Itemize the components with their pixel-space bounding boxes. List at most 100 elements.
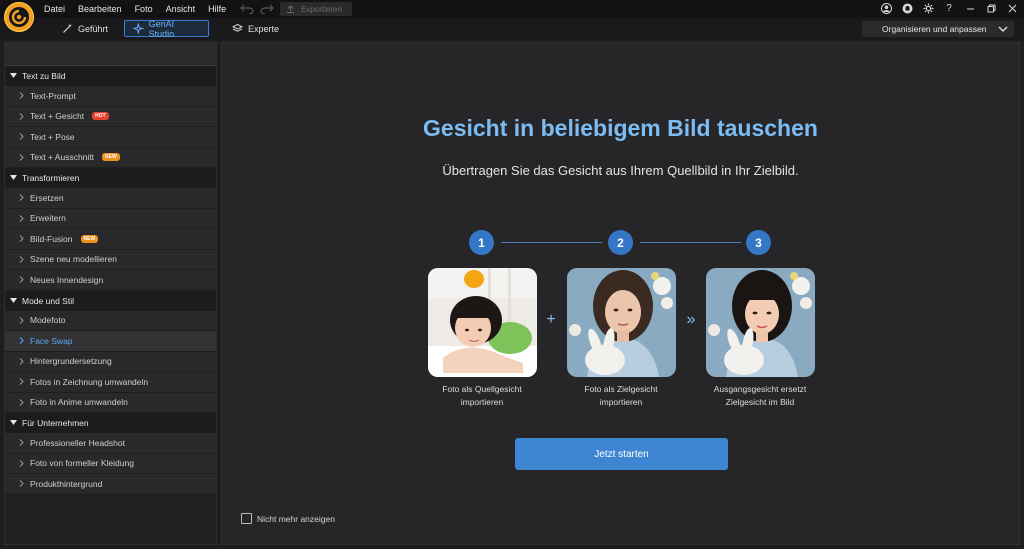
target-face-photo <box>567 268 676 377</box>
new-badge: NEW <box>80 234 99 243</box>
chevron-right-icon <box>19 153 24 161</box>
sidebar-item-label: Fotos in Zeichnung umwandeln <box>30 376 149 387</box>
sidebar-item[interactable]: Foto von formeller Kleidung <box>5 453 216 474</box>
chevron-right-icon <box>19 235 24 243</box>
sidebar-item[interactable]: Text + Ausschnitt NEW <box>5 147 216 168</box>
step-caption-1-line1: Foto als Quellgesicht <box>442 384 522 394</box>
notification-icon[interactable] <box>901 1 913 15</box>
close-icon[interactable] <box>1006 1 1018 15</box>
page-subtitle: Übertragen Sie das Gesicht aus Ihrem Que… <box>442 163 799 178</box>
sidebar-item[interactable]: Face Swap <box>5 331 216 352</box>
dont-show-again[interactable]: Nicht mehr anzeigen <box>241 513 335 524</box>
app-logo[interactable] <box>4 2 34 32</box>
menu-hilfe[interactable]: Hilfe <box>208 4 226 14</box>
menu-foto[interactable]: Foto <box>135 4 153 14</box>
arrows-connector: » <box>686 311 696 328</box>
dont-show-checkbox[interactable] <box>241 513 252 524</box>
sidebar-item[interactable]: Fotos in Zeichnung umwandeln <box>5 372 216 393</box>
organize-dropdown[interactable]: Organisieren und anpassen <box>862 21 1014 37</box>
menu-ansicht[interactable]: Ansicht <box>166 4 196 14</box>
caret-down-icon <box>10 73 17 78</box>
sidebar-header-bar <box>5 43 216 66</box>
export-icon <box>287 4 294 13</box>
start-button[interactable]: Jetzt starten <box>515 438 728 470</box>
settings-gear-icon[interactable] <box>922 1 934 15</box>
sidebar-item-label: Produkthintergrund <box>30 478 103 489</box>
menu-datei[interactable]: Datei <box>44 4 65 14</box>
chevron-right-icon <box>19 255 24 263</box>
sidebar-item-label: Text + Ausschnitt <box>30 152 95 163</box>
step-caption-2: Foto als Zielgesicht importieren <box>551 383 691 408</box>
sidebar-item-label: Ersetzen <box>30 192 64 203</box>
undo-redo-group <box>240 2 274 14</box>
hot-badge: HOT <box>92 112 109 121</box>
chevron-right-icon <box>19 480 24 488</box>
mode-bar: Geführt GenAI Studio Experte Organisiere… <box>0 18 1024 40</box>
tab-gefuehrt[interactable]: Geführt <box>54 20 116 37</box>
menu-bearbeiten[interactable]: Bearbeiten <box>78 4 122 14</box>
tab-genai-studio-label: GenAI Studio <box>148 18 175 39</box>
sidebar-section-header[interactable]: Text zu Bild <box>5 66 216 86</box>
sidebar-item[interactable]: Professioneller Headshot <box>5 433 216 454</box>
chevron-right-icon <box>19 276 24 284</box>
chevron-right-icon <box>19 194 24 202</box>
sidebar-item[interactable]: Text-Prompt <box>5 86 216 107</box>
sidebar-item-label: Text-Prompt <box>30 90 76 101</box>
window-controls: ? <box>880 1 1018 15</box>
sidebar-item-label: Foto von formeller Kleidung <box>30 458 134 469</box>
sidebar-item-label: Professioneller Headshot <box>30 437 125 448</box>
sidebar-item[interactable]: Erweitern <box>5 208 216 229</box>
chevron-right-icon <box>19 133 24 141</box>
sidebar-item-label: Erweitern <box>30 213 66 224</box>
sidebar-item[interactable]: Szene neu modellieren <box>5 249 216 270</box>
step-number-3: 3 <box>746 230 771 255</box>
step-line <box>640 242 741 243</box>
sidebar-section-title: Für Unternehmen <box>22 418 89 428</box>
step-caption-2-line1: Foto als Zielgesicht <box>584 384 658 394</box>
tab-genai-studio[interactable]: GenAI Studio <box>124 18 209 39</box>
sidebar-item[interactable]: Ersetzen <box>5 188 216 209</box>
sidebar-section-header[interactable]: Transformieren <box>5 168 216 188</box>
chevron-right-icon <box>19 357 24 365</box>
sidebar-item[interactable]: Text + Gesicht HOT <box>5 106 216 127</box>
sidebar-item[interactable]: Bild-Fusion NEW <box>5 229 216 250</box>
step-caption-1-line2: importieren <box>460 396 504 407</box>
sidebar-item-label: Text + Gesicht <box>30 111 85 122</box>
chevron-right-icon <box>19 214 24 222</box>
sidebar-item-label: Foto in Anime umwandeln <box>30 397 128 408</box>
sidebar-section-title: Mode und Stil <box>22 295 74 306</box>
sidebar-item[interactable]: Neues Innendesign <box>5 270 216 291</box>
export-button[interactable]: Exportieren <box>280 2 352 16</box>
chevron-right-icon <box>19 378 24 386</box>
menu-bar: Datei Bearbeiten Foto Ansicht Hilfe <box>44 0 239 18</box>
sidebar-item[interactable]: Hintergrundersetzung <box>5 351 216 372</box>
sidebar-item[interactable]: Foto in Anime umwandeln <box>5 392 216 413</box>
help-icon[interactable]: ? <box>943 1 955 15</box>
step-caption-2-line2: importieren <box>599 396 643 407</box>
undo-icon[interactable] <box>240 2 254 14</box>
sidebar-section-header[interactable]: Mode und Stil <box>5 290 216 311</box>
result-face-photo <box>706 268 815 377</box>
sidebar-item[interactable]: Produkthintergrund <box>5 474 216 495</box>
sidebar: Text zu Bild Text-Prompt Text + Gesicht HOT… <box>4 42 217 545</box>
restore-icon[interactable] <box>985 1 997 15</box>
chevron-down-icon <box>998 26 1008 32</box>
redo-icon[interactable] <box>260 2 274 14</box>
tab-experte[interactable]: Experte <box>224 20 287 37</box>
account-icon[interactable] <box>880 1 892 15</box>
step-number-1: 1 <box>469 230 494 255</box>
step-caption-3-line2: Zielgesicht im Bild <box>725 396 795 407</box>
chevron-right-icon <box>19 92 24 100</box>
step-caption-3: Ausgangsgesicht ersetzt Zielgesicht im B… <box>690 383 830 408</box>
layers-icon <box>232 23 243 32</box>
export-label: Exportieren <box>301 4 342 14</box>
source-face-photo <box>428 268 537 377</box>
sidebar-section-title: Transformieren <box>22 173 80 183</box>
step-caption-1: Foto als Quellgesicht importieren <box>412 383 552 408</box>
minimize-icon[interactable] <box>964 1 976 15</box>
sidebar-section-header[interactable]: Für Unternehmen <box>5 413 216 433</box>
caret-down-icon <box>10 175 17 180</box>
sidebar-item[interactable]: Text + Pose <box>5 127 216 148</box>
sidebar-item[interactable]: Modefoto <box>5 310 216 331</box>
title-bar: Datei Bearbeiten Foto Ansicht Hilfe Expo… <box>0 0 1024 32</box>
